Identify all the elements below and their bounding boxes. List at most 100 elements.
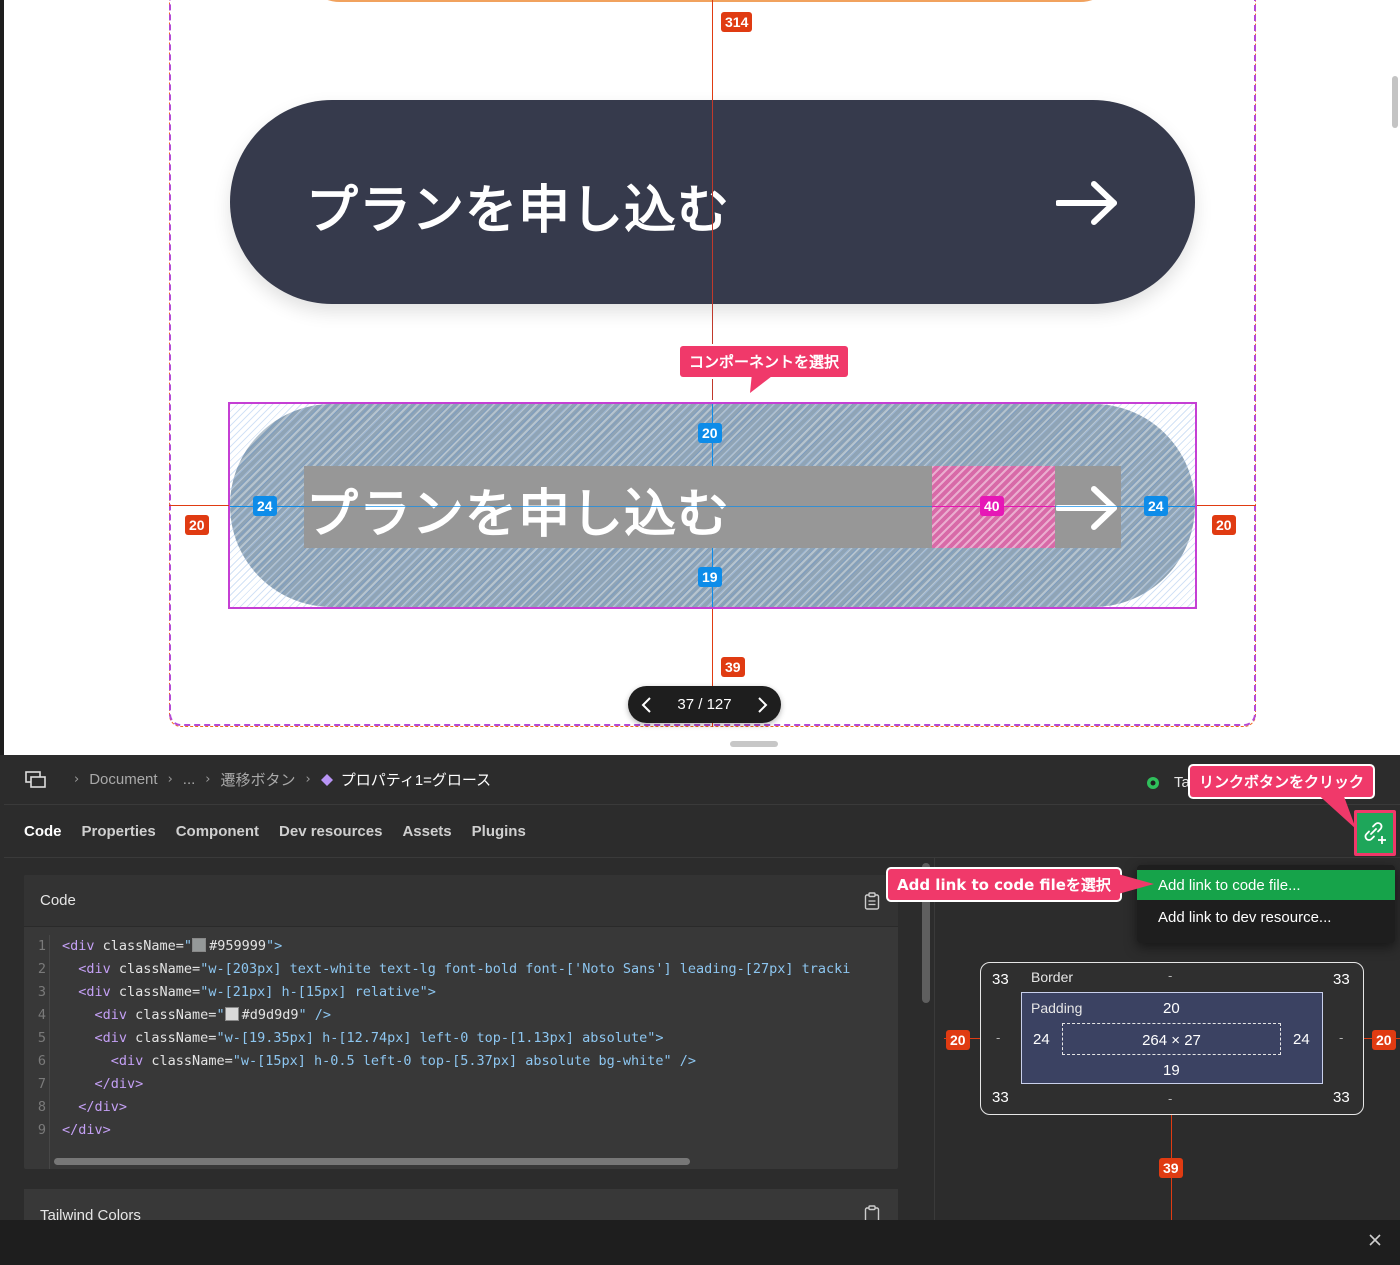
tab-code[interactable]: Code xyxy=(24,823,62,840)
code-value: "w-[203px] text-white text-lg font-bold … xyxy=(200,961,851,977)
menu-item-label: Add link to dev resource... xyxy=(1158,908,1332,926)
inspect-tabs: Code Properties Component Dev resources … xyxy=(4,806,1400,858)
breadcrumb-document[interactable]: Document xyxy=(89,771,157,788)
color-swatch xyxy=(224,1007,239,1021)
code-value: "w-[15px] h-0.5 left-0 top-[5.37px] abso… xyxy=(232,1053,696,1069)
callout-pointer xyxy=(750,373,776,393)
callout-pointer xyxy=(1118,874,1154,894)
margin-bottom-badge: 39 xyxy=(1159,1158,1183,1178)
line-number: 3 xyxy=(37,984,46,1000)
code-body[interactable]: 1 <div className=" #959999"> 2 <div classNa… xyxy=(24,935,898,1169)
code-horizontal-scrollbar[interactable] xyxy=(54,1158,690,1165)
tab-properties[interactable]: Properties xyxy=(82,823,156,840)
code-line: 1 <div className=" #959999"> xyxy=(24,935,898,958)
color-swatch xyxy=(192,938,207,952)
selected-arrow-right-icon xyxy=(1056,486,1117,530)
arrow-right-icon xyxy=(1056,181,1117,225)
bottom-bar xyxy=(0,1220,1400,1265)
padding-badge-right: 24 xyxy=(1144,496,1168,516)
callout-select-add-link: Add link to code fileを選択 xyxy=(888,869,1120,900)
color-hex: #d9d9d9 xyxy=(241,1007,299,1023)
code-line: 6 <div className="w-[15px] h-0.5 left-0 … xyxy=(24,1050,898,1073)
instance-pager: 37 / 127 xyxy=(628,686,781,723)
code-value: " xyxy=(183,938,193,954)
panel-divider xyxy=(934,858,935,1220)
line-number: 8 xyxy=(37,1099,46,1115)
tab-plugins[interactable]: Plugins xyxy=(472,823,526,840)
padding-top-value[interactable]: 20 xyxy=(1163,1000,1180,1017)
chevron-right-icon: › xyxy=(305,772,311,787)
tab-dev-resources[interactable]: Dev resources xyxy=(279,823,382,840)
left-edge-strip xyxy=(0,0,4,755)
chevron-right-icon: › xyxy=(167,772,173,787)
code-attr: className= xyxy=(118,984,201,1000)
add-link-menu: Add link to code file... Add link to dev… xyxy=(1137,865,1395,943)
color-hex: #959999 xyxy=(209,938,266,954)
tab-assets[interactable]: Assets xyxy=(402,823,451,840)
chevron-right-icon: › xyxy=(74,772,80,787)
border-bottom-right-value: 33 xyxy=(1333,1089,1350,1106)
inspect-panel: › Document › ... › 遷移ボタン › プロパティ1=グロース T… xyxy=(4,755,1400,1220)
panel-resize-handle[interactable] xyxy=(730,741,778,747)
toolbar-truncated-label[interactable]: Ta xyxy=(1174,774,1190,791)
line-number: 1 xyxy=(37,938,46,954)
border-left-dash: - xyxy=(996,1030,1001,1045)
code-tag: </div> xyxy=(78,1099,128,1115)
padding-right-value[interactable]: 24 xyxy=(1293,1031,1310,1048)
border-bottom-left-value: 33 xyxy=(992,1089,1009,1106)
padding-left-value[interactable]: 24 xyxy=(1033,1031,1050,1048)
add-dev-link-button[interactable] xyxy=(1354,810,1396,856)
close-icon[interactable] xyxy=(1368,1233,1382,1247)
spacing-badge-right: 20 xyxy=(1212,515,1236,535)
border-right-dash: - xyxy=(1339,1030,1344,1045)
measure-line-right xyxy=(1197,505,1256,506)
chevron-right-icon: › xyxy=(205,772,211,787)
chevron-right-icon[interactable] xyxy=(757,696,769,714)
code-value: " xyxy=(216,1007,225,1023)
code-attr: className= xyxy=(102,938,184,954)
margin-left-badge: 20 xyxy=(946,1030,970,1050)
design-canvas[interactable]: プランを申し込む プランを申し込む 314 20 24 40 24 19 20 … xyxy=(0,0,1400,755)
breadcrumb-ellipsis[interactable]: ... xyxy=(183,771,196,788)
code-attr: className= xyxy=(118,961,201,977)
link-plus-icon xyxy=(1364,822,1386,844)
clipboard-copy-icon[interactable] xyxy=(864,1205,880,1220)
code-section-title: Code xyxy=(40,892,76,909)
code-section-header: Code xyxy=(24,875,898,927)
line-number: 2 xyxy=(37,961,46,977)
line-number: 5 xyxy=(37,1030,46,1046)
layers-icon[interactable] xyxy=(24,770,48,790)
code-line: 9 </div> xyxy=(24,1119,898,1142)
component-diamond-icon xyxy=(320,773,333,786)
code-tag: <div xyxy=(94,1030,136,1046)
menu-item-label: Add link to code file... xyxy=(1158,876,1301,894)
clipboard-copy-icon[interactable] xyxy=(864,892,880,910)
margin-right-badge: 20 xyxy=(1372,1030,1396,1050)
menu-item-add-link-code-file[interactable]: Add link to code file... xyxy=(1137,870,1395,900)
code-tag: <div xyxy=(62,938,103,954)
border-top-right-value: 33 xyxy=(1333,971,1350,988)
padding-badge-left: 24 xyxy=(253,496,277,516)
gap-badge: 40 xyxy=(980,496,1004,516)
code-tag: <div xyxy=(94,1007,136,1023)
border-top-dash: - xyxy=(1168,968,1173,983)
spacing-badge-bottom: 39 xyxy=(721,657,745,677)
breadcrumb-transition-button[interactable]: 遷移ボタン xyxy=(221,769,296,790)
code-line: 7 </div> xyxy=(24,1073,898,1096)
tab-component[interactable]: Component xyxy=(176,823,259,840)
status-dot-icon xyxy=(1147,777,1159,789)
chevron-left-icon[interactable] xyxy=(640,696,652,714)
menu-item-add-link-dev-resource[interactable]: Add link to dev resource... xyxy=(1137,902,1395,932)
code-tag: </div> xyxy=(94,1076,144,1092)
tailwind-colors-section: Tailwind Colors xyxy=(24,1189,898,1220)
padding-bottom-value[interactable]: 19 xyxy=(1163,1062,1180,1079)
canvas-scrollbar[interactable] xyxy=(1392,76,1398,128)
line-number: 4 xyxy=(37,1007,46,1023)
padding-badge-top: 20 xyxy=(698,423,722,443)
line-number: 6 xyxy=(37,1053,46,1069)
code-line: 4 <div className=" #d9d9d9" /> xyxy=(24,1004,898,1027)
padding-badge-bottom: 19 xyxy=(698,567,722,587)
code-attr: className= xyxy=(135,1007,217,1023)
code-attr: className= xyxy=(135,1030,217,1046)
selected-button-label: プランを申し込む xyxy=(306,485,731,545)
